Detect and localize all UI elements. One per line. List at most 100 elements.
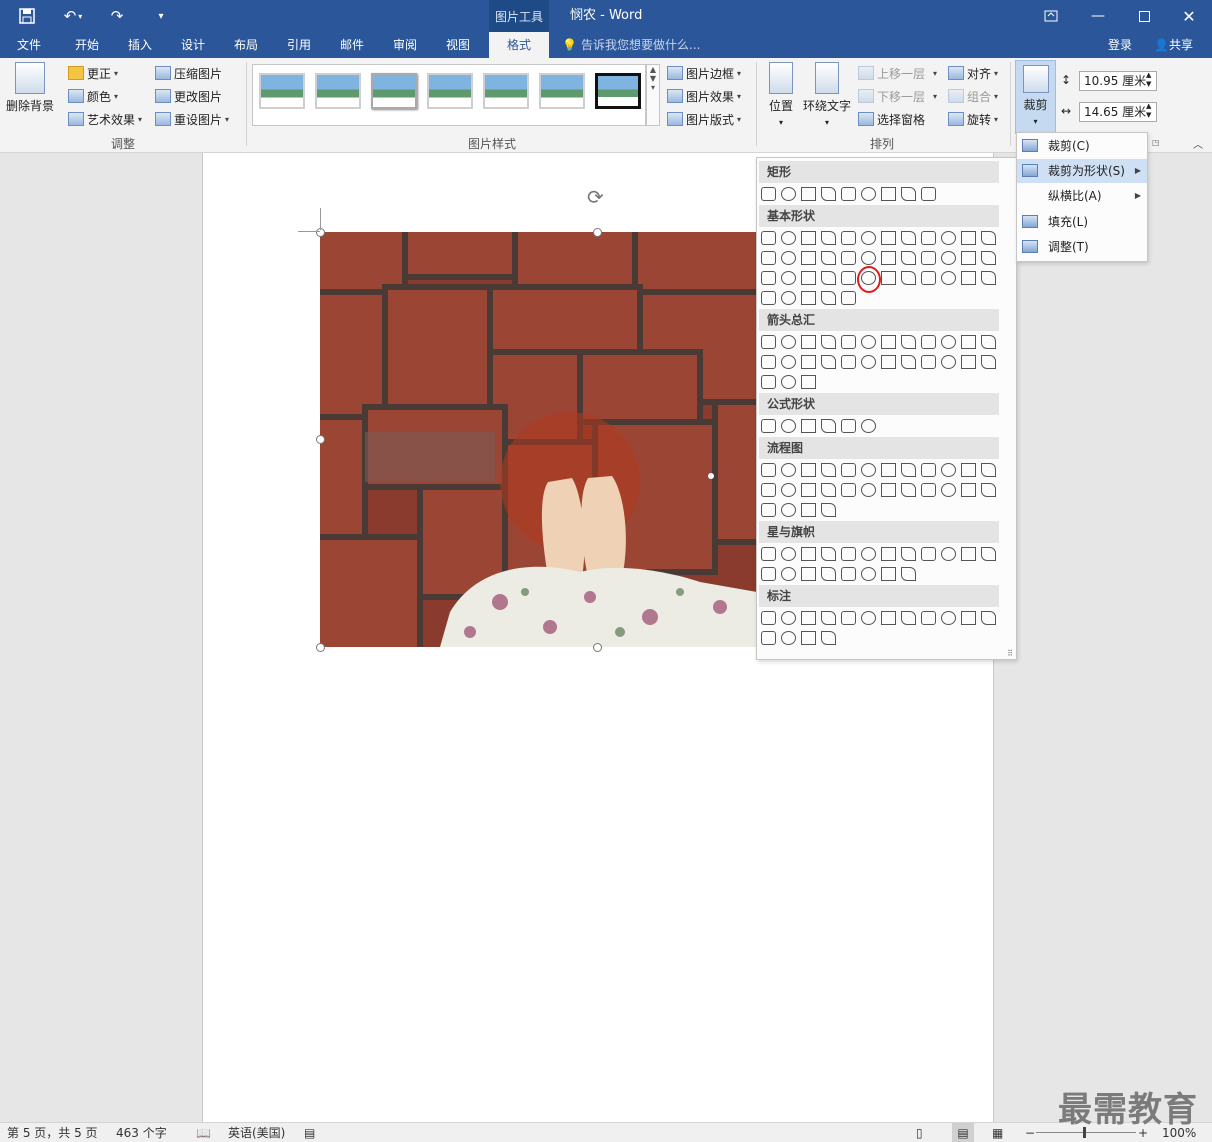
crop-button[interactable]: 裁剪 ▾ bbox=[1015, 60, 1056, 134]
shape-option[interactable] bbox=[761, 271, 776, 285]
shape-option[interactable] bbox=[921, 611, 936, 625]
shape-option[interactable] bbox=[781, 375, 796, 389]
shape-option[interactable] bbox=[841, 567, 856, 581]
shape-option[interactable] bbox=[761, 503, 776, 517]
shape-option[interactable] bbox=[761, 483, 776, 497]
shape-option[interactable] bbox=[781, 483, 796, 497]
shape-option[interactable] bbox=[901, 355, 916, 369]
shape-option[interactable] bbox=[821, 231, 836, 245]
minimize-icon[interactable]: — bbox=[1075, 0, 1121, 32]
zoom-out-icon[interactable]: − bbox=[1025, 1123, 1035, 1142]
group-button[interactable]: 组合 ▾ bbox=[948, 86, 998, 106]
shape-option[interactable] bbox=[801, 291, 816, 305]
shape-option[interactable] bbox=[761, 547, 776, 561]
tab-file[interactable]: 文件 bbox=[6, 32, 52, 58]
selected-picture[interactable] bbox=[320, 232, 757, 647]
shape-option[interactable] bbox=[841, 231, 856, 245]
shape-option[interactable] bbox=[981, 611, 996, 625]
shape-option[interactable] bbox=[781, 335, 796, 349]
shape-option[interactable] bbox=[841, 291, 856, 305]
shape-option[interactable] bbox=[981, 335, 996, 349]
shape-option[interactable] bbox=[941, 251, 956, 265]
shape-option[interactable] bbox=[901, 547, 916, 561]
shape-option[interactable] bbox=[901, 271, 916, 285]
tab-mailings[interactable]: 邮件 bbox=[329, 32, 375, 58]
shape-option[interactable] bbox=[801, 335, 816, 349]
shape-option[interactable] bbox=[981, 231, 996, 245]
maximize-icon[interactable] bbox=[1121, 0, 1167, 32]
shape-option[interactable] bbox=[921, 231, 936, 245]
style-thumbnail[interactable] bbox=[371, 73, 417, 109]
reset-picture-button[interactable]: 重设图片 ▾ bbox=[155, 109, 229, 129]
ribbon-display-options-icon[interactable] bbox=[1028, 0, 1074, 32]
shape-option[interactable] bbox=[861, 611, 876, 625]
tab-home[interactable]: 开始 bbox=[64, 32, 110, 58]
macro-icon[interactable]: ▤ bbox=[304, 1123, 315, 1142]
shape-option[interactable] bbox=[781, 291, 796, 305]
close-icon[interactable]: ✕ bbox=[1166, 0, 1212, 32]
shape-option[interactable] bbox=[821, 187, 836, 201]
shape-option[interactable] bbox=[801, 463, 816, 477]
read-mode-icon[interactable]: ▯ bbox=[916, 1123, 923, 1142]
size-dialog-launcher-icon[interactable]: ◳ bbox=[1152, 138, 1160, 147]
tab-format[interactable]: 格式 bbox=[489, 32, 549, 59]
shape-option[interactable] bbox=[901, 483, 916, 497]
shape-option[interactable] bbox=[901, 335, 916, 349]
tab-layout[interactable]: 布局 bbox=[223, 32, 269, 58]
shape-option[interactable] bbox=[761, 291, 776, 305]
shape-option[interactable] bbox=[941, 611, 956, 625]
style-thumbnail[interactable] bbox=[483, 73, 529, 109]
position-button[interactable]: 位置 ▾ bbox=[764, 62, 798, 128]
tab-design[interactable]: 设计 bbox=[170, 32, 216, 58]
shape-option[interactable] bbox=[781, 503, 796, 517]
zoom-slider[interactable] bbox=[1036, 1132, 1136, 1133]
shape-option[interactable] bbox=[921, 271, 936, 285]
compress-pictures-button[interactable]: 压缩图片 bbox=[155, 63, 222, 83]
shape-option[interactable] bbox=[981, 355, 996, 369]
artistic-effects-button[interactable]: 艺术效果 ▾ bbox=[68, 109, 142, 129]
shape-option[interactable] bbox=[901, 231, 916, 245]
shape-option[interactable] bbox=[881, 547, 896, 561]
shape-option[interactable] bbox=[881, 231, 896, 245]
shape-option[interactable] bbox=[801, 231, 816, 245]
shape-option[interactable] bbox=[961, 463, 976, 477]
shape-option[interactable] bbox=[801, 187, 816, 201]
style-thumbnail[interactable] bbox=[539, 73, 585, 109]
word-count[interactable]: 463 个字 bbox=[116, 1123, 167, 1142]
share-button[interactable]: 👤共享 bbox=[1148, 32, 1193, 58]
resize-handle[interactable] bbox=[593, 228, 602, 237]
shape-option[interactable] bbox=[881, 335, 896, 349]
shape-option[interactable] bbox=[961, 271, 976, 285]
shape-option[interactable] bbox=[921, 335, 936, 349]
shape-option[interactable] bbox=[941, 547, 956, 561]
change-picture-button[interactable]: 更改图片 bbox=[155, 86, 222, 106]
menu-item-fit[interactable]: 调整(T) bbox=[1017, 235, 1147, 259]
shape-option[interactable] bbox=[841, 271, 856, 285]
shape-option[interactable] bbox=[801, 631, 816, 645]
send-backward-button[interactable]: 下移一层 ▾ bbox=[858, 86, 937, 106]
shape-option[interactable] bbox=[761, 375, 776, 389]
shape-option[interactable] bbox=[981, 483, 996, 497]
shape-option[interactable] bbox=[841, 335, 856, 349]
shape-option[interactable] bbox=[881, 271, 896, 285]
shape-option[interactable] bbox=[921, 463, 936, 477]
shape-option[interactable] bbox=[861, 567, 876, 581]
shape-option[interactable] bbox=[881, 355, 896, 369]
picture-layout-button[interactable]: 图片版式 ▾ bbox=[667, 109, 741, 129]
wrap-text-button[interactable]: 环绕文字 ▾ bbox=[802, 62, 852, 128]
customize-qat-icon[interactable]: ▾ bbox=[150, 0, 172, 32]
shape-option[interactable] bbox=[941, 355, 956, 369]
shape-option[interactable] bbox=[761, 611, 776, 625]
language-indicator[interactable]: 英语(美国) bbox=[228, 1123, 285, 1142]
web-layout-icon[interactable]: ▦ bbox=[992, 1123, 1003, 1142]
tab-insert[interactable]: 插入 bbox=[117, 32, 163, 58]
shape-option[interactable] bbox=[861, 463, 876, 477]
picture-styles-gallery[interactable] bbox=[252, 64, 646, 126]
shape-option[interactable] bbox=[781, 463, 796, 477]
shape-option[interactable] bbox=[861, 335, 876, 349]
shape-option[interactable] bbox=[961, 335, 976, 349]
style-thumbnail[interactable] bbox=[595, 73, 641, 109]
shape-option[interactable] bbox=[821, 335, 836, 349]
shape-option[interactable] bbox=[941, 483, 956, 497]
shape-option[interactable] bbox=[821, 503, 836, 517]
